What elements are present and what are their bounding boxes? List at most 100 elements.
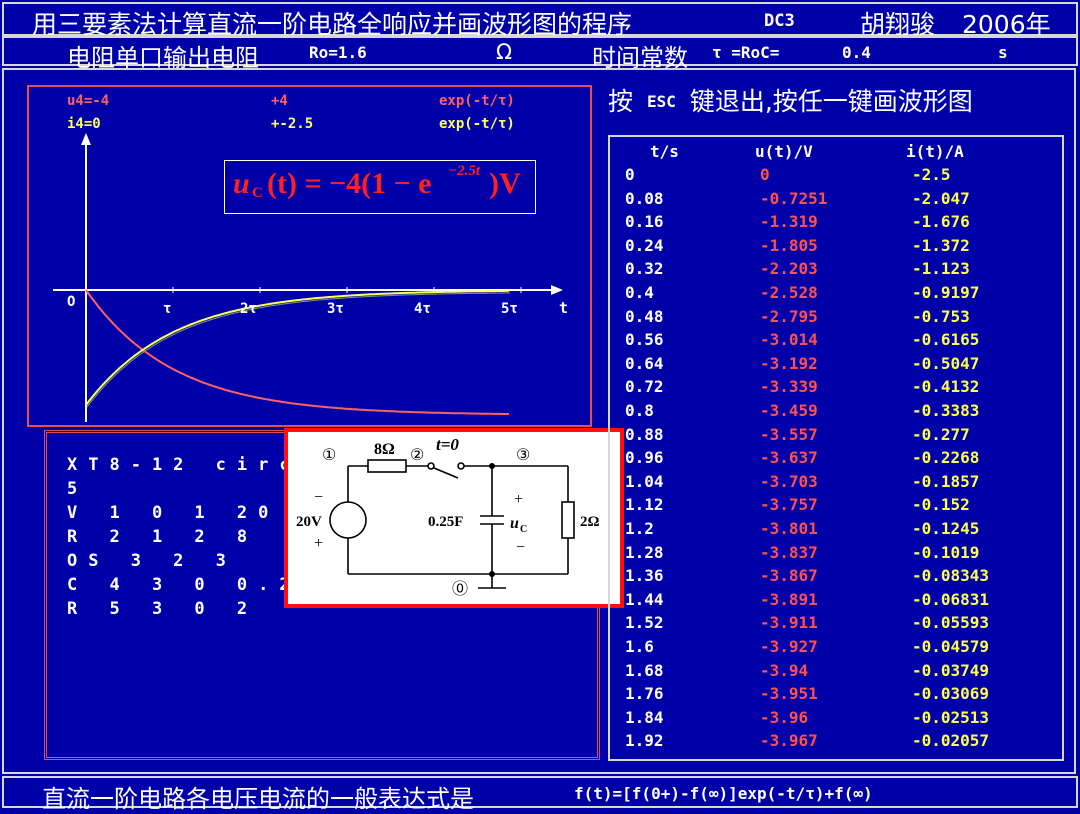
cell-u: -3.891 (760, 589, 818, 609)
r2-label: 2Ω (580, 514, 600, 530)
waveform-svg: O t τ 2τ 3τ 4τ 5τ (53, 133, 568, 422)
tick-label: 2τ (240, 301, 257, 317)
cell-u: -3.192 (760, 353, 818, 373)
cell-i: -0.3383 (912, 401, 980, 420)
cell-t: 1.12 (625, 495, 664, 515)
cell-u: -1.319 (760, 212, 818, 232)
cell-t: 0.56 (625, 330, 664, 350)
cell-t: 0 (625, 165, 635, 184)
node-1-label: ① (322, 447, 336, 464)
cell-t: 1.2 (625, 519, 654, 538)
source-label: 20V (296, 514, 322, 530)
cell-i: -0.03069 (912, 684, 990, 704)
switch-label: t=0 (436, 435, 459, 454)
cell-u: -3.911 (760, 613, 818, 633)
cell-u: -3.967 (760, 731, 818, 751)
footer-bar: 直流一阶电路各电压电流的一般表达式是 f(t)=[f(0+)-f(∞)]exp(… (2, 776, 1078, 813)
u-expr-exp: exp(-t/τ) (439, 93, 515, 109)
footer-label: 直流一阶电路各电压电流的一般表达式是 (42, 785, 474, 813)
cell-t: 0.72 (625, 377, 664, 397)
waveform-plot: O t τ 2τ 3τ 4τ 5τ u4=-4 +4 exp(-t/τ) i4=0 +-… (27, 85, 592, 427)
cell-i: -0.1857 (912, 471, 980, 491)
cell-i: -0.04579 (912, 637, 990, 656)
time-tick-labels: τ 2τ 3τ 4τ 5τ (163, 301, 518, 317)
cell-i: -1.372 (912, 235, 970, 255)
netlist-line: R 2 1 2 8 (67, 527, 259, 547)
vertical-axis-arrow (81, 133, 91, 145)
cell-i: -0.2268 (912, 448, 980, 468)
u-expr-initial: u4=-4 (67, 93, 110, 109)
resistor-8ohm-icon (367, 459, 407, 473)
cell-t: 0.4 (625, 283, 654, 302)
table-header-u: u(t)/V (755, 142, 813, 161)
tau-unit: s (998, 43, 1008, 62)
i-expr-coef: +-2.5 (271, 116, 314, 132)
cell-i: -2.047 (912, 188, 970, 208)
source-minus: − (314, 489, 323, 506)
tau-value: 0.4 (842, 43, 871, 62)
cell-t: 0.32 (625, 259, 664, 279)
cell-t: 1.28 (625, 542, 664, 562)
source-plus: + (314, 535, 323, 552)
cell-i: -0.1245 (912, 519, 980, 538)
cell-i: -0.6165 (912, 330, 980, 350)
uc-label: u (510, 515, 519, 532)
cell-i: -1.676 (912, 212, 970, 232)
cell-u: -3.801 (760, 519, 818, 538)
resistor-2ohm-icon (561, 501, 575, 539)
node-3-label: ③ (516, 447, 530, 464)
cell-t: 1.04 (625, 471, 664, 491)
switch-blade-icon (433, 467, 459, 479)
cell-t: 0.08 (625, 188, 664, 208)
cell-i: -0.1019 (912, 542, 980, 562)
netlist-line: 5 (67, 479, 89, 499)
cell-i: -0.5047 (912, 353, 980, 373)
cell-u: -2.203 (760, 259, 818, 279)
cell-t: 0.88 (625, 424, 664, 444)
u-expr-coef: +4 (271, 93, 288, 109)
table-header-t: t/s (650, 142, 679, 161)
cell-u: -3.637 (760, 448, 818, 468)
cell-u: -3.703 (760, 471, 818, 491)
cell-t: 0.96 (625, 448, 664, 468)
cell-i: -0.02057 (912, 731, 990, 751)
cell-t: 1.6 (625, 637, 654, 656)
cell-u: -2.795 (760, 306, 818, 326)
cell-t: 1.92 (625, 731, 664, 751)
cell-i: -0.03749 (912, 660, 990, 680)
cell-i: -0.05593 (912, 613, 990, 633)
cell-u: -3.96 (760, 707, 809, 727)
uc-formula: u C (t) = −4(1 − e −2.5t )V (224, 160, 536, 214)
tick-label: τ (163, 301, 171, 317)
cap-label: 0.25F (428, 514, 463, 530)
cell-u: -3.867 (760, 566, 818, 586)
circuit-diagram-card: ① 8Ω ② t=0 ③ − 20V + 0.25F + u C − 2Ω ⓪ (284, 428, 624, 608)
tick-label: 5τ (501, 301, 518, 317)
cell-u: -0.7251 (760, 188, 828, 208)
cell-u: -3.927 (760, 637, 818, 656)
uc-minus: − (516, 539, 525, 556)
esc-key-label: ESC (646, 92, 676, 111)
node-0-label: ⓪ (452, 580, 468, 598)
cell-t: 1.84 (625, 707, 664, 727)
cell-i: -0.9197 (912, 283, 980, 302)
cell-i: -1.123 (912, 259, 970, 279)
uc-plus: + (514, 491, 523, 508)
voltage-source-icon (329, 501, 367, 539)
tick-label: 4τ (414, 301, 431, 317)
cell-i: -2.5 (912, 165, 951, 184)
parameter-bar: 电阻单口输出电阻 Ro=1.6 Ω 时间常数 τ =RoC= 0.4 s (2, 36, 1078, 72)
netlist-line: V 1 0 1 20 (67, 503, 280, 523)
node-2-label: ② (410, 447, 424, 464)
program-code: DC3 (764, 11, 795, 31)
netlist-line: R 5 3 0 2 (67, 599, 259, 619)
switch-contact-icon (427, 462, 435, 470)
cell-i: -0.152 (912, 495, 970, 515)
instruction-line: 按 ESC 键退出,按任一键画波形图 (608, 82, 973, 118)
cell-u: -3.459 (760, 401, 818, 420)
origin-label: O (67, 294, 75, 310)
footer-formula: f(t)=[f(0+)-f(∞)]exp(-t/τ)+f(∞) (574, 784, 873, 803)
cell-t: 0.48 (625, 306, 664, 326)
cell-t: 1.36 (625, 566, 664, 586)
circuit-diagram: ① 8Ω ② t=0 ③ − 20V + 0.25F + u C − 2Ω ⓪ (288, 432, 620, 604)
